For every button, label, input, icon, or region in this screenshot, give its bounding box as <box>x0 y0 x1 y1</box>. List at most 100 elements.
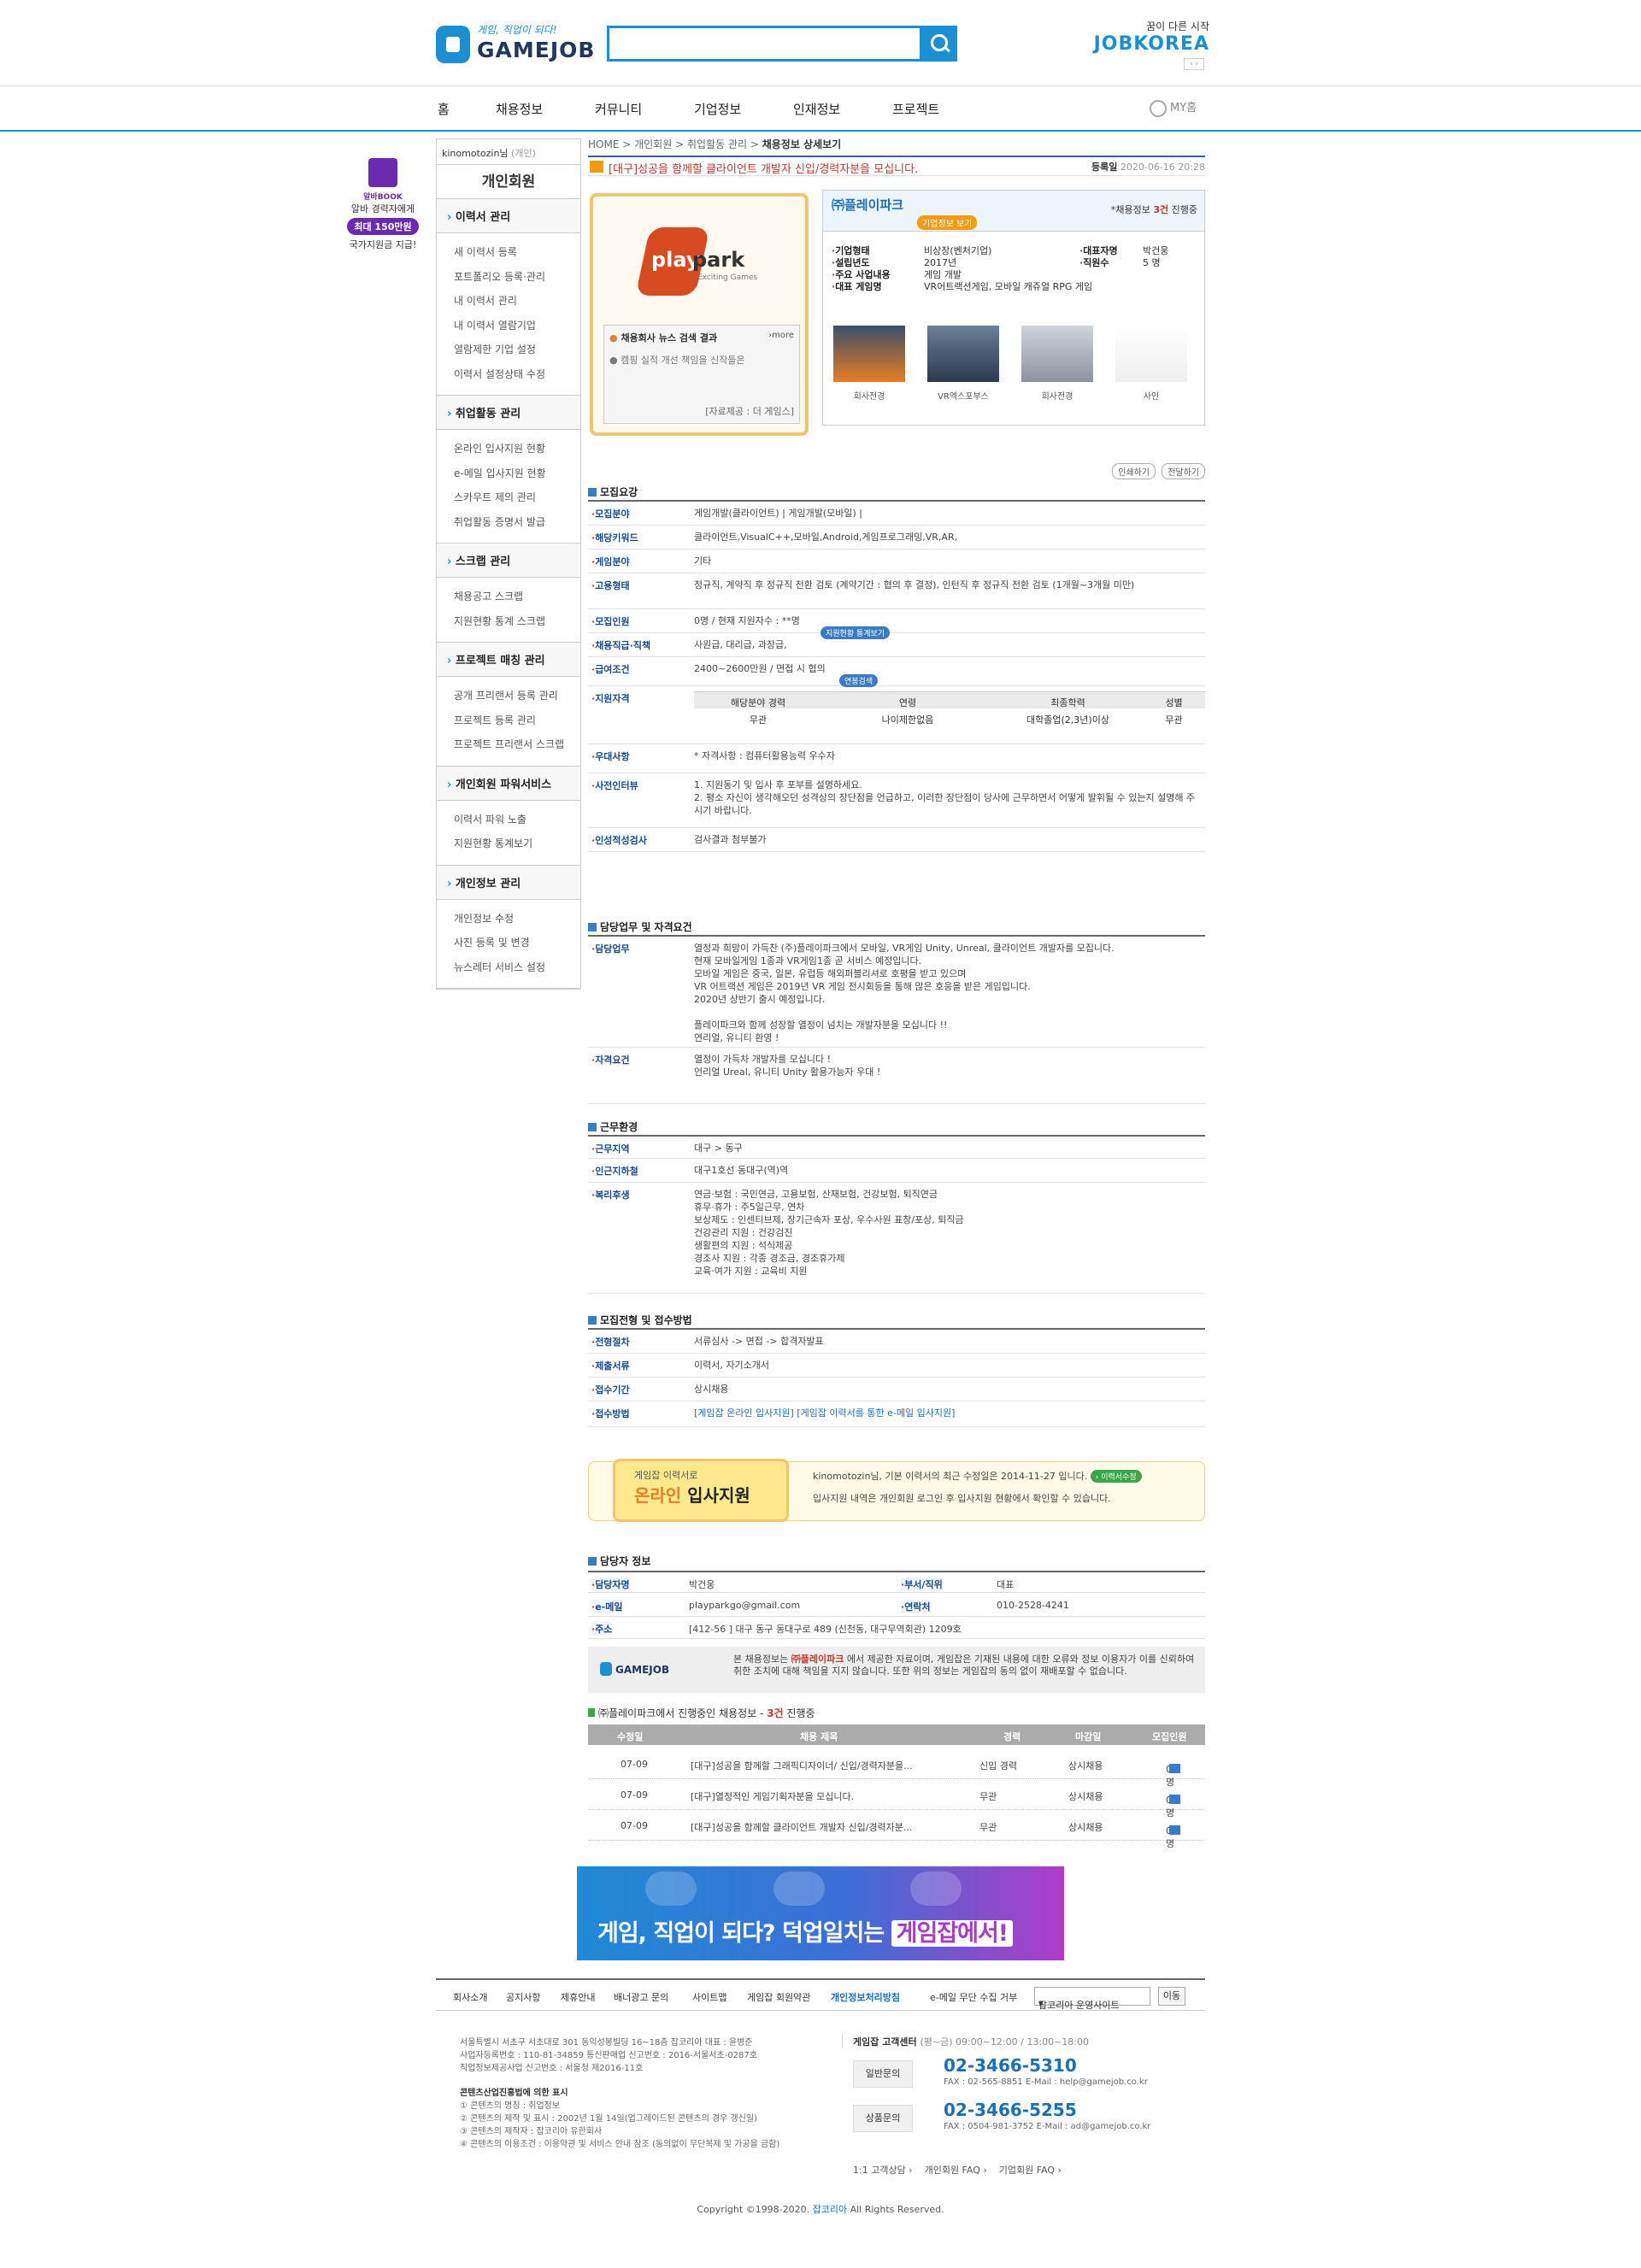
other-job-title[interactable]: [대구]열정적인 게임기획자분을 모십니다. <box>691 1789 854 1803</box>
footer-link[interactable]: 게임잡 회원약관 <box>747 1990 810 2004</box>
nav-jobs[interactable]: 채용정보 <box>496 100 543 118</box>
site-select[interactable]: 잡코리아 운영사이트 ▾ <box>1034 1987 1150 2011</box>
contact-dept-label: 부서/직위 <box>901 1578 943 1591</box>
lnb-item[interactable]: 포트폴리오 등록·관리 <box>454 265 580 290</box>
other-job-title[interactable]: [대구]성공을 함께할 그래픽디자이너/ 신입/경력자분을... <box>691 1759 913 1772</box>
other-job-title[interactable]: [대구]성공을 함께할 클라이언트 개발자 신입/경력자분... <box>691 1820 912 1834</box>
lnb-section-title[interactable]: 개인정보 관리 <box>437 865 580 900</box>
crumb-member[interactable]: 개인회원 <box>634 138 672 150</box>
news-item[interactable]: ● 캠핑 실적 개선 책임을 신작들은 <box>609 353 794 367</box>
info-row-key: 급여조건 <box>591 662 629 676</box>
qualification-cell: 대학졸업(2,3년)이상 <box>1026 714 1109 726</box>
lnb-item[interactable]: 온라인 입사지원 현황 <box>454 437 580 461</box>
user-box: kinomotozin님 (개인) <box>437 139 580 165</box>
footer-link-privacy[interactable]: 개인정보처리방침 <box>831 1990 900 2004</box>
lnb-item[interactable]: 지원현황 통계보기 <box>454 831 580 856</box>
footer-link[interactable]: 배너광고 문의 <box>614 1990 668 2004</box>
lnb-section-title[interactable]: 개인회원 파워서비스 <box>437 766 580 801</box>
info-row-value: 1. 지원동기 및 입사 후 포부를 설명하세요. 2. 평소 자신이 생각해오… <box>694 779 1196 816</box>
lnb-item[interactable]: 공개 프리랜서 등록 관리 <box>454 684 580 708</box>
lnb-item[interactable]: e-메일 입사지원 현황 <box>454 461 580 486</box>
info-row: 자격요건 열정이 가득차 개발자를 모십니다 ! 언리얼 Ureal, 유니티 U… <box>588 1048 1205 1104</box>
nav-community[interactable]: 커뮤니티 <box>595 100 642 118</box>
gamejob-logo[interactable]: 게임, 직업이 되다! GAMEJOB <box>436 19 594 67</box>
myhome-link[interactable]: MY홈 <box>1150 98 1197 117</box>
share-button[interactable]: 전달하기 <box>1162 463 1205 479</box>
jobkorea-arrows[interactable]: ‹ › <box>1184 58 1204 70</box>
lnb-item[interactable]: 개인정보 수정 <box>454 907 580 931</box>
content-law-item: ③ 콘텐츠의 제작자 : 잡코리아 유한회사 <box>460 2127 603 2136</box>
nav-company[interactable]: 기업정보 <box>694 100 741 118</box>
footer-link[interactable]: 회사소개 <box>453 1990 487 2004</box>
lnb-item[interactable]: 내 이력서 열람기업 <box>454 314 580 338</box>
stats-icon[interactable] <box>1169 1764 1180 1773</box>
job-count-number[interactable]: 3건 <box>1153 204 1168 215</box>
lnb-item[interactable]: 뉴스레터 서비스 설정 <box>454 955 580 980</box>
copyright-company[interactable]: 잡코리아 <box>813 2204 847 2215</box>
cs-hours: (평~금) 09:00~12:00 / 13:00~18:00 <box>920 2036 1089 2048</box>
company-photo[interactable]: VR엑스포부스 <box>927 326 999 402</box>
stats-icon[interactable] <box>1169 1795 1180 1804</box>
search-icon[interactable] <box>920 26 957 62</box>
stats-icon[interactable] <box>1169 1825 1180 1835</box>
albabook-banner[interactable]: 알바BOOK 알바 경력자에게 최대 150만원 국가지원금 지급! <box>340 158 426 251</box>
info-row-value: 서류심사 -> 면접 -> 합격자발표 <box>694 1336 824 1347</box>
online-apply-button[interactable]: 게임잡 이력서로 온라인 입사지원 <box>613 1459 789 1522</box>
user-name[interactable]: kinomotozin님 <box>442 148 509 159</box>
nav-talent[interactable]: 인재정보 <box>793 100 840 118</box>
logo-name: GAMEJOB <box>477 38 596 62</box>
other-job-row[interactable]: 07-09[대구]열정적인 게임기획자분을 모십니다.무관상시채용0명 <box>588 1779 1205 1819</box>
lnb-section-title[interactable]: 프로젝트 매칭 관리 <box>437 643 580 677</box>
footer-link[interactable]: e-메일 무단 수집 거부 <box>930 1990 1017 2004</box>
lnb-item[interactable]: 열람제한 기업 설정 <box>454 338 580 362</box>
lnb-section-title[interactable]: 취업활동 관리 <box>437 396 580 430</box>
company-photo[interactable]: 회사전경 <box>833 326 905 402</box>
promo-banner[interactable]: 게임, 직업이 되다? 덕업일치는 게임잡에서! <box>577 1866 1064 1960</box>
news-more-link[interactable]: ›more <box>768 331 794 340</box>
footer-link[interactable]: 사이트맵 <box>692 1990 726 2004</box>
nav-home[interactable]: 홈 <box>438 100 450 118</box>
company-name[interactable]: ㈜플레이파크 <box>832 197 903 213</box>
info-row-value[interactable]: [게임잡 온라인 입사지원] [게임잡 이력서를 통한 e-메일 입사지원] <box>694 1407 1202 1419</box>
lnb-item[interactable]: 내 이력서 관리 <box>454 289 580 314</box>
jobkorea-logo[interactable]: 꿈이 다른 시작 JOBKOREA <box>1085 19 1209 55</box>
contact-header: 담당자 정보 <box>588 1554 650 1568</box>
footer-link[interactable]: 제휴안내 <box>561 1990 595 2004</box>
lnb-item[interactable]: 새 이력서 등록 <box>454 240 580 265</box>
lnb-item[interactable]: 지원현황 통계 스크랩 <box>454 609 580 634</box>
reg-date-label: 등록일 <box>1091 162 1118 173</box>
lnb-item[interactable]: 사진 등록 및 변경 <box>454 931 580 955</box>
contact-email-value[interactable]: playparkgo@gmail.com <box>689 1600 800 1611</box>
edit-resume-button[interactable]: › 이력서수정 <box>1090 1470 1142 1483</box>
print-button[interactable]: 인쇄하기 <box>1112 463 1156 479</box>
lnb-section-title[interactable]: 이력서 관리 <box>437 199 580 233</box>
vr-headset-graphic <box>773 1871 825 1906</box>
company-info-button[interactable]: 기업정보 보기 <box>917 215 978 230</box>
lnb-item[interactable]: 프로젝트 등록 관리 <box>454 708 580 733</box>
lnb-item[interactable]: 채용공고 스크랩 <box>454 585 580 609</box>
lnb-item[interactable]: 이력서 설정상태 수정 <box>454 362 580 387</box>
faq-link[interactable]: 기업회원 FAQ › <box>999 2165 1062 2176</box>
salary-search-button[interactable]: 연봉검색 <box>839 674 879 687</box>
nav-project[interactable]: 프로젝트 <box>892 100 939 118</box>
albabook-brand: 알바BOOK <box>363 193 403 202</box>
company-photo[interactable]: 회사전경 <box>1021 326 1093 402</box>
crumb-activity[interactable]: 취업활동 관리 <box>687 138 747 150</box>
lnb-item[interactable]: 이력서 파워 노출 <box>454 808 580 832</box>
lnb-item[interactable]: 스카우트 제의 관리 <box>454 485 580 510</box>
company-photo[interactable]: 사인 <box>1115 326 1187 402</box>
crumb-home[interactable]: HOME <box>588 138 619 150</box>
faq-link[interactable]: 개인회원 FAQ › <box>925 2165 987 2176</box>
apply-line2: 입사지원 내역은 개인회원 로그인 후 입사지원 현황에서 확인할 수 있습니다… <box>813 1493 1111 1504</box>
lnb-section-title[interactable]: 스크랩 관리 <box>437 543 580 578</box>
info-row-key: 게임분야 <box>591 555 629 568</box>
lnb-item[interactable]: 프로젝트 프리랜서 스크랩 <box>454 732 580 757</box>
other-job-row[interactable]: 07-09 [대구]성공을 함께할 그래픽디자이너/ 신입/경력자분을... 신입 … <box>588 1748 1205 1788</box>
footer-link[interactable]: 공지사항 <box>506 1990 540 2004</box>
faq-link[interactable]: 1:1 고객상담 › <box>853 2165 913 2176</box>
other-job-row[interactable]: 07-09 [대구]성공을 함께할 클라이언트 개발자 신입/경력자분... 무관 상… <box>588 1810 1205 1849</box>
lnb-item[interactable]: 취업활동 증명서 발급 <box>454 510 580 535</box>
search-input[interactable] <box>607 26 957 62</box>
site-go-button[interactable]: 이동 <box>1158 1987 1185 2006</box>
footer-links: 회사소개 공지사항 제휴안내 배너광고 문의 사이트맵 게임잡 회원약관 개인정… <box>436 1978 1205 2011</box>
